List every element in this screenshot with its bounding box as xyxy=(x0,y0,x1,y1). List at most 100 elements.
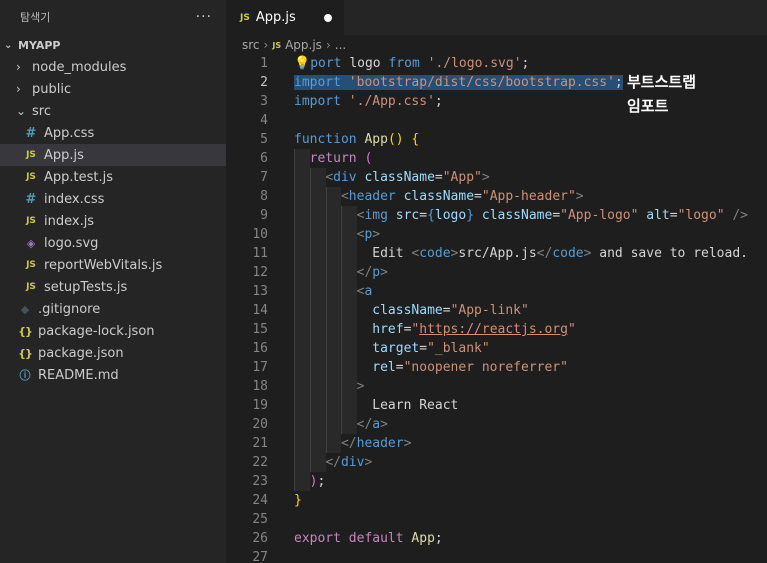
breadcrumb-file[interactable]: App.js xyxy=(285,38,322,52)
line-number: 6 xyxy=(260,151,268,166)
code-token: "noopener noreferrer" xyxy=(403,360,568,375)
annotation-text: 부트스트랩 임포트 xyxy=(627,70,696,118)
project-folder-header[interactable]: ⌄ MYAPP xyxy=(0,34,226,56)
code-token: > xyxy=(356,379,365,394)
code-text: ); xyxy=(294,472,326,491)
tree-item[interactable]: ⌄ src xyxy=(0,100,226,122)
line-number: 12 xyxy=(252,265,268,280)
code-text: return ( xyxy=(294,149,373,168)
tree-item-label: public xyxy=(32,81,72,97)
line-number: 17 xyxy=(252,360,268,375)
line-number: 18 xyxy=(252,379,268,394)
js-file-icon: JS xyxy=(26,150,36,160)
lightbulb-icon[interactable]: 💡 xyxy=(294,56,310,71)
tree-item[interactable]: # index.css xyxy=(0,188,226,210)
js-file-icon: JS xyxy=(26,216,36,226)
code-token: href xyxy=(372,322,404,337)
json-file-icon: {} xyxy=(18,324,33,338)
tree-item-label: node_modules xyxy=(32,59,127,75)
line-number: 24 xyxy=(252,493,268,508)
code-text: <a xyxy=(294,282,373,301)
tree-item-label: setupTests.js xyxy=(44,279,128,295)
code-text: } xyxy=(294,491,302,510)
code-token: header xyxy=(348,189,404,204)
line-number: 21 xyxy=(252,436,268,451)
code-token: code xyxy=(419,246,451,261)
code-token: src/App.js xyxy=(458,246,537,261)
code-token: </ xyxy=(340,436,357,451)
line-number: 7 xyxy=(260,170,268,185)
tree-item[interactable]: # App.css xyxy=(0,122,226,144)
tree-item[interactable]: {} package-lock.json xyxy=(0,320,226,342)
tree-item[interactable]: › public xyxy=(0,78,226,100)
code-token: return xyxy=(309,151,365,166)
code-token: a xyxy=(372,417,381,432)
code-token: > xyxy=(364,455,373,470)
line-number: 14 xyxy=(252,303,268,318)
code-text: target="_blank" xyxy=(294,339,489,358)
tree-item[interactable]: {} package.json xyxy=(0,342,226,364)
line-number: 13 xyxy=(252,284,268,299)
code-line: 26 export default App; xyxy=(226,529,767,548)
chevron-down-icon: ⌄ xyxy=(16,104,27,118)
code-token: "App-link" xyxy=(450,303,529,318)
code-text: import './App.css'; xyxy=(294,92,443,111)
tree-item[interactable]: JS App.js xyxy=(0,144,226,166)
code-token: ; xyxy=(434,531,443,546)
code-text: </header> xyxy=(294,434,411,453)
file-tree: › node_modules › public ⌄ src # App.css JS App.js… xyxy=(0,56,226,386)
code-text: </a> xyxy=(294,415,388,434)
code-line: 24} xyxy=(226,491,767,510)
code-token: > xyxy=(481,170,490,185)
code-token: App xyxy=(364,132,388,147)
code-text: <p> xyxy=(294,225,380,244)
tree-item[interactable]: ⓘ README.md xyxy=(0,364,226,386)
code-token: { xyxy=(427,208,435,223)
code-token: = xyxy=(442,303,451,318)
tree-item[interactable]: JS reportWebVitals.js xyxy=(0,254,226,276)
code-line: 7 <div className="App"> xyxy=(226,168,767,187)
tree-item-label: index.js xyxy=(44,213,95,229)
tree-item[interactable]: JS App.test.js xyxy=(0,166,226,188)
code-token: a xyxy=(364,284,373,299)
code-token: App xyxy=(411,531,435,546)
tree-item[interactable]: JS setupTests.js xyxy=(0,276,226,298)
breadcrumb-folder[interactable]: src xyxy=(242,38,260,52)
code-token: className xyxy=(403,189,475,204)
code-token: /> xyxy=(732,208,749,223)
tree-item[interactable]: ◈ logo.svg xyxy=(0,232,226,254)
tab-bar: JS App.js xyxy=(226,0,767,35)
tree-item[interactable]: ◆ .gitignore xyxy=(0,298,226,320)
code-token: </ xyxy=(325,455,341,470)
code-token: './logo.svg' xyxy=(427,56,522,71)
json-file-icon: {} xyxy=(18,346,33,360)
tree-item[interactable]: JS index.js xyxy=(0,210,226,232)
code-token: = xyxy=(434,170,443,185)
code-line: 13 <a xyxy=(226,282,767,301)
code-token: className xyxy=(364,170,435,185)
tab-app-js[interactable]: JS App.js xyxy=(226,0,344,35)
code-text: <img src={logo} className="App-logo" alt… xyxy=(294,206,748,225)
code-token: </ xyxy=(536,246,553,261)
tree-item-label: reportWebVitals.js xyxy=(44,257,163,273)
code-token: port xyxy=(310,56,350,71)
code-token: logo xyxy=(349,56,389,71)
js-file-icon: JS xyxy=(272,40,282,50)
more-actions-icon[interactable]: ··· xyxy=(196,9,212,25)
unsaved-dot-icon[interactable] xyxy=(324,13,332,22)
tree-item[interactable]: › node_modules xyxy=(0,56,226,78)
code-editor[interactable]: 1 💡port logo from './logo.svg'; 2 import 'b… xyxy=(226,54,767,563)
code-text: function App() { xyxy=(294,130,419,149)
tree-item-label: App.js xyxy=(44,147,84,163)
code-text: </p> xyxy=(294,263,388,282)
code-token: './App.css' xyxy=(348,94,435,109)
breadcrumb-symbol[interactable]: ... xyxy=(335,38,346,52)
